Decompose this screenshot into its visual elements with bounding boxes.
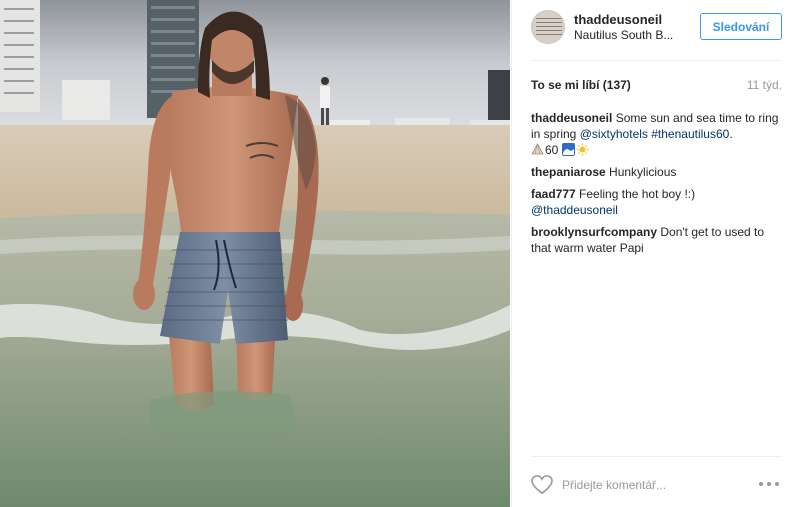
likes-count[interactable]: To se mi líbí (137) <box>531 78 631 92</box>
comments-list: thaddeusoneil Some sun and sea time to r… <box>531 110 782 262</box>
comment-item: thepaniarose Hunkylicious <box>531 164 782 180</box>
heart-icon[interactable] <box>531 475 553 495</box>
mention-link[interactable]: @thaddeusoneil <box>531 203 618 217</box>
post-photo <box>0 0 510 507</box>
sun-icon <box>576 143 589 156</box>
shell-icon <box>531 143 544 155</box>
comment-user[interactable]: thepaniarose <box>531 165 606 179</box>
comment-input[interactable] <box>562 475 742 495</box>
more-options-icon[interactable] <box>759 478 783 488</box>
comment-text: Hunkylicious <box>609 165 677 179</box>
comment-item: thaddeusoneil Some sun and sea time to r… <box>531 110 782 158</box>
comment-user[interactable]: brooklynsurfcompany <box>531 225 657 239</box>
comment-text: Feeling the hot boy !:) <box>579 187 696 201</box>
likes-row: To se mi líbí (137) 11 týd. <box>531 78 782 94</box>
beach-photo-illustration <box>0 0 510 507</box>
avatar[interactable] <box>531 10 565 44</box>
wave-icon <box>561 143 575 156</box>
avatar-logo <box>536 15 562 38</box>
mention-link[interactable]: @sixtyhotels <box>580 127 648 141</box>
post-details-panel: thaddeusoneil Nautilus South B... Sledov… <box>511 0 800 507</box>
comment-user[interactable]: faad777 <box>531 187 576 201</box>
comment-count-text: 60 <box>545 143 559 157</box>
post-header: thaddeusoneil Nautilus South B... Sledov… <box>512 0 800 60</box>
hashtag-link[interactable]: #thenautilus60 <box>651 127 729 141</box>
actions-divider <box>531 456 782 457</box>
comment-user[interactable]: thaddeusoneil <box>531 111 612 125</box>
comment-item: brooklynsurfcompany Don't get to used to… <box>531 224 782 256</box>
comment-punctuation: . <box>729 127 733 141</box>
follow-button[interactable]: Sledování <box>700 13 782 40</box>
comment-item: faad777 Feeling the hot boy !:) @thaddeu… <box>531 186 782 218</box>
post-username[interactable]: thaddeusoneil <box>574 12 662 27</box>
header-divider <box>531 60 782 61</box>
post-location[interactable]: Nautilus South B... <box>574 28 686 42</box>
post-time[interactable]: 11 týd. <box>747 78 782 92</box>
